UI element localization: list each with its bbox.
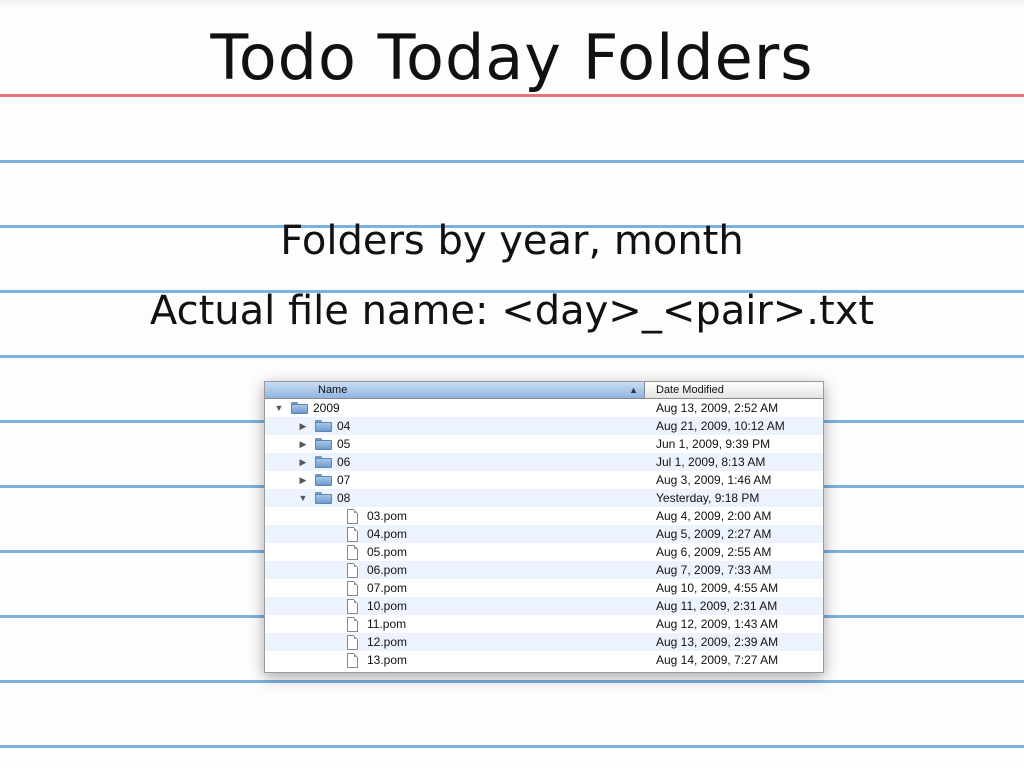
name-cell: ▶ 05 (265, 435, 645, 453)
document-icon (347, 526, 358, 542)
sort-ascending-icon: ▲ (629, 385, 638, 395)
date-modified-column-header[interactable]: Date Modified (645, 382, 823, 398)
item-name: 03.pom (367, 509, 408, 523)
date-modified-cell: Aug 5, 2009, 2:27 AM (656, 527, 772, 541)
folder-icon (291, 402, 308, 414)
blue-rule (0, 355, 1024, 358)
name-column-label: Name (318, 384, 348, 396)
file-row[interactable]: 05.pom Aug 6, 2009, 2:55 AM (265, 543, 823, 561)
name-cell: 10.pom (265, 597, 645, 615)
folder-row[interactable]: ▶ 04 Aug 21, 2009, 10:12 AM (265, 417, 823, 435)
document-icon (347, 508, 358, 524)
subtitle-line-1: Folders by year, month (280, 218, 744, 264)
item-name: 06 (337, 455, 351, 469)
folder-row[interactable]: ▶ 05 Jun 1, 2009, 9:39 PM (265, 435, 823, 453)
item-name: 04 (337, 419, 351, 433)
name-cell: ▶ 07 (265, 471, 645, 489)
document-icon (347, 652, 358, 668)
slide-title: Todo Today Folders (210, 21, 814, 94)
date-modified-cell: Aug 7, 2009, 7:33 AM (656, 563, 772, 577)
disclosure-triangle-open-icon[interactable]: ▼ (273, 399, 285, 417)
date-modified-cell: Aug 6, 2009, 2:55 AM (656, 545, 772, 559)
date-modified-cell: Aug 12, 2009, 1:43 AM (656, 617, 779, 631)
name-cell: ▼ 08 (265, 489, 645, 507)
document-icon (347, 634, 358, 650)
folder-icon (315, 474, 332, 486)
item-name: 06.pom (367, 563, 408, 577)
date-column-label: Date Modified (656, 384, 724, 396)
subtitle-line-2: Actual file name: <day>_<pair>.txt (149, 288, 875, 334)
folder-icon (315, 420, 332, 432)
date-modified-cell: Jun 1, 2009, 9:39 PM (656, 437, 771, 451)
item-name: 07.pom (367, 581, 408, 595)
date-modified-cell: Aug 14, 2009, 7:27 AM (656, 653, 779, 667)
name-cell: 06.pom (265, 561, 645, 579)
file-row[interactable]: 07.pom Aug 10, 2009, 4:55 AM (265, 579, 823, 597)
folder-row[interactable]: ▶ 06 Jul 1, 2009, 8:13 AM (265, 453, 823, 471)
folder-icon (315, 438, 332, 450)
file-list: ▼ 2009 Aug 13, 2009, 2:52 AM ▶ 04 Aug 21, 200… (265, 399, 823, 669)
date-modified-cell: Aug 11, 2009, 2:31 AM (656, 599, 778, 613)
item-name: 05 (337, 437, 351, 451)
name-cell: 03.pom (265, 507, 645, 525)
document-icon (347, 616, 358, 632)
name-cell: ▼ 2009 (265, 399, 645, 417)
file-row[interactable]: 11.pom Aug 12, 2009, 1:43 AM (265, 615, 823, 633)
date-modified-cell: Aug 13, 2009, 2:39 AM (656, 635, 779, 649)
folder-icon (315, 492, 332, 504)
item-name: 07 (337, 473, 351, 487)
date-modified-cell: Aug 21, 2009, 10:12 AM (656, 419, 785, 433)
finder-list-view: Name ▲ Date Modified ▼ 2009 Aug 13, 2009, … (264, 381, 824, 673)
name-cell: 11.pom (265, 615, 645, 633)
disclosure-triangle-open-icon[interactable]: ▼ (297, 489, 309, 507)
blue-rule (0, 680, 1024, 683)
folder-row[interactable]: ▼ 2009 Aug 13, 2009, 2:52 AM (265, 399, 823, 417)
document-icon (347, 562, 358, 578)
column-header: Name ▲ Date Modified (265, 382, 823, 399)
file-row[interactable]: 13.pom Aug 14, 2009, 7:27 AM (265, 651, 823, 669)
item-name: 2009 (313, 401, 340, 415)
file-row[interactable]: 04.pom Aug 5, 2009, 2:27 AM (265, 525, 823, 543)
blue-rule (0, 745, 1024, 748)
date-modified-cell: Aug 10, 2009, 4:55 AM (656, 581, 779, 595)
disclosure-triangle-closed-icon[interactable]: ▶ (297, 453, 309, 471)
name-cell: 13.pom (265, 651, 645, 669)
document-icon (347, 580, 358, 596)
name-cell: 12.pom (265, 633, 645, 651)
document-icon (347, 544, 358, 560)
item-name: 08 (337, 491, 351, 505)
date-modified-cell: Yesterday, 9:18 PM (656, 491, 760, 505)
folder-icon (315, 456, 332, 468)
date-modified-cell: Aug 13, 2009, 2:52 AM (656, 401, 779, 415)
document-icon (347, 598, 358, 614)
name-cell: 04.pom (265, 525, 645, 543)
file-row[interactable]: 03.pom Aug 4, 2009, 2:00 AM (265, 507, 823, 525)
item-name: 05.pom (367, 545, 408, 559)
date-modified-cell: Aug 3, 2009, 1:46 AM (656, 473, 772, 487)
file-row[interactable]: 12.pom Aug 13, 2009, 2:39 AM (265, 633, 823, 651)
file-row[interactable]: 10.pom Aug 11, 2009, 2:31 AM (265, 597, 823, 615)
file-row[interactable]: 06.pom Aug 7, 2009, 7:33 AM (265, 561, 823, 579)
name-cell: 05.pom (265, 543, 645, 561)
item-name: 11.pom (367, 617, 407, 631)
disclosure-triangle-closed-icon[interactable]: ▶ (297, 417, 309, 435)
name-cell: 07.pom (265, 579, 645, 597)
item-name: 04.pom (367, 527, 408, 541)
blue-rule (0, 160, 1024, 163)
item-name: 13.pom (367, 653, 408, 667)
item-name: 10.pom (367, 599, 408, 613)
item-name: 12.pom (367, 635, 408, 649)
name-cell: ▶ 04 (265, 417, 645, 435)
date-modified-cell: Jul 1, 2009, 8:13 AM (656, 455, 766, 469)
folder-row[interactable]: ▶ 07 Aug 3, 2009, 1:46 AM (265, 471, 823, 489)
date-modified-cell: Aug 4, 2009, 2:00 AM (656, 509, 772, 523)
folder-row[interactable]: ▼ 08 Yesterday, 9:18 PM (265, 489, 823, 507)
disclosure-triangle-closed-icon[interactable]: ▶ (297, 435, 309, 453)
disclosure-triangle-closed-icon[interactable]: ▶ (297, 471, 309, 489)
name-cell: ▶ 06 (265, 453, 645, 471)
name-column-header[interactable]: Name ▲ (265, 382, 645, 398)
